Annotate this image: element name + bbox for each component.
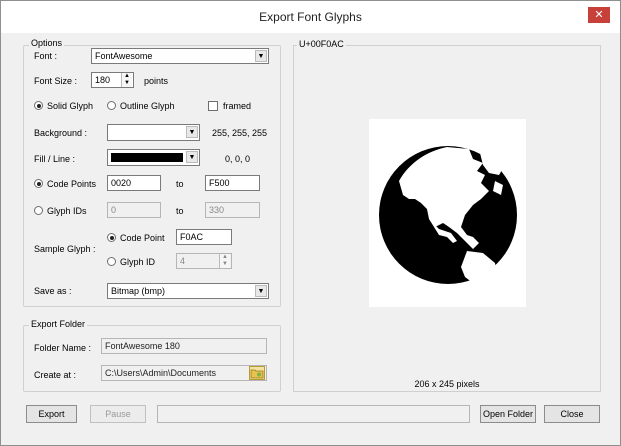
progress-bar xyxy=(157,405,470,423)
sample-glyph-id-radio[interactable] xyxy=(107,257,116,266)
framed-checkbox[interactable] xyxy=(208,101,218,111)
background-color-picker[interactable]: ▼ xyxy=(107,124,200,141)
font-size-stepper[interactable]: 180 ▲ ▼ xyxy=(91,72,134,88)
background-rgb: 255, 255, 255 xyxy=(212,128,268,138)
font-size-unit: points xyxy=(144,76,169,86)
chevron-down-icon[interactable]: ▼ xyxy=(255,50,267,62)
chevron-down-icon[interactable]: ▼ xyxy=(255,285,267,297)
fill-color-picker[interactable]: ▼ xyxy=(107,149,200,166)
outline-glyph-radio[interactable] xyxy=(107,101,116,110)
sample-glyph-id-label: Glyph ID xyxy=(120,257,156,267)
save-as-label: Save as : xyxy=(34,286,72,296)
save-as-select[interactable]: Bitmap (bmp) ▼ xyxy=(107,283,269,299)
glyph-ids-label: Glyph IDs xyxy=(47,206,87,216)
glyph-ids-radio[interactable] xyxy=(34,206,43,215)
code-points-from-input[interactable]: 0020 xyxy=(107,175,161,191)
sample-glyph-id-value: 4 xyxy=(180,256,186,266)
save-as-value: Bitmap (bmp) xyxy=(111,286,166,296)
sample-code-point-label: Code Point xyxy=(120,233,165,243)
close-icon[interactable]: ✕ xyxy=(588,7,610,23)
export-font-glyphs-window: Export Font Glyphs ✕ Options Font : Font… xyxy=(0,0,621,446)
fill-line-label: Fill / Line : xyxy=(34,154,76,164)
fill-rgb: 0, 0, 0 xyxy=(225,154,251,164)
folder-name-input[interactable]: FontAwesome 180 xyxy=(101,338,267,354)
framed-label: framed xyxy=(223,101,252,111)
sample-code-point-input[interactable]: F0AC xyxy=(176,229,232,245)
window-title: Export Font Glyphs xyxy=(259,10,362,24)
font-size-value: 180 xyxy=(95,75,111,85)
spin-arrows-icon[interactable]: ▲ ▼ xyxy=(219,254,230,268)
export-folder-group xyxy=(23,325,281,392)
chevron-down-icon[interactable]: ▼ xyxy=(186,151,198,163)
code-points-label: Code Points xyxy=(47,179,97,189)
export-button[interactable]: Export xyxy=(26,405,77,423)
preview-size-label: 206 x 245 pixels xyxy=(414,379,480,389)
font-select-value: FontAwesome xyxy=(95,51,153,61)
globe-americas-icon xyxy=(379,146,517,284)
fill-color-swatch xyxy=(111,153,183,162)
background-color-swatch xyxy=(111,128,183,137)
sample-glyph-id-stepper[interactable]: 4 ▲ ▼ xyxy=(176,253,232,269)
code-points-to-input[interactable]: F500 xyxy=(205,175,260,191)
glyph-ids-to-label: to xyxy=(176,206,184,216)
font-size-label: Font Size : xyxy=(34,76,78,86)
sample-code-point-radio[interactable] xyxy=(107,233,116,242)
background-label: Background : xyxy=(34,128,88,138)
create-at-input[interactable]: C:\Users\Admin\Documents xyxy=(101,365,267,381)
glyph-ids-from-input[interactable]: 0 xyxy=(107,202,161,218)
options-group-title: Options xyxy=(29,38,65,48)
spin-arrows-icon[interactable]: ▲ ▼ xyxy=(121,73,132,87)
preview-code-label: U+00F0AC xyxy=(297,39,346,49)
folder-browse-icon[interactable] xyxy=(249,366,265,380)
create-at-value: C:\Users\Admin\Documents xyxy=(105,368,217,378)
sample-glyph-label: Sample Glyph : xyxy=(34,244,96,254)
pause-button[interactable]: Pause xyxy=(90,405,146,423)
export-folder-group-title: Export Folder xyxy=(29,319,88,329)
code-points-radio[interactable] xyxy=(34,179,43,188)
font-select[interactable]: FontAwesome ▼ xyxy=(91,48,269,64)
chevron-down-icon[interactable]: ▼ xyxy=(186,126,198,138)
outline-glyph-label: Outline Glyph xyxy=(120,101,175,111)
close-button[interactable]: Close xyxy=(544,405,600,423)
font-label: Font : xyxy=(34,51,58,61)
glyph-preview-image xyxy=(369,119,526,307)
folder-name-label: Folder Name : xyxy=(34,343,92,353)
solid-glyph-radio[interactable] xyxy=(34,101,43,110)
title-bar: Export Font Glyphs ✕ xyxy=(1,1,620,33)
open-folder-button[interactable]: Open Folder xyxy=(480,405,536,423)
solid-glyph-label: Solid Glyph xyxy=(47,101,94,111)
create-at-label: Create at : xyxy=(34,370,77,380)
code-points-to-label: to xyxy=(176,179,184,189)
glyph-ids-to-input[interactable]: 330 xyxy=(205,202,260,218)
